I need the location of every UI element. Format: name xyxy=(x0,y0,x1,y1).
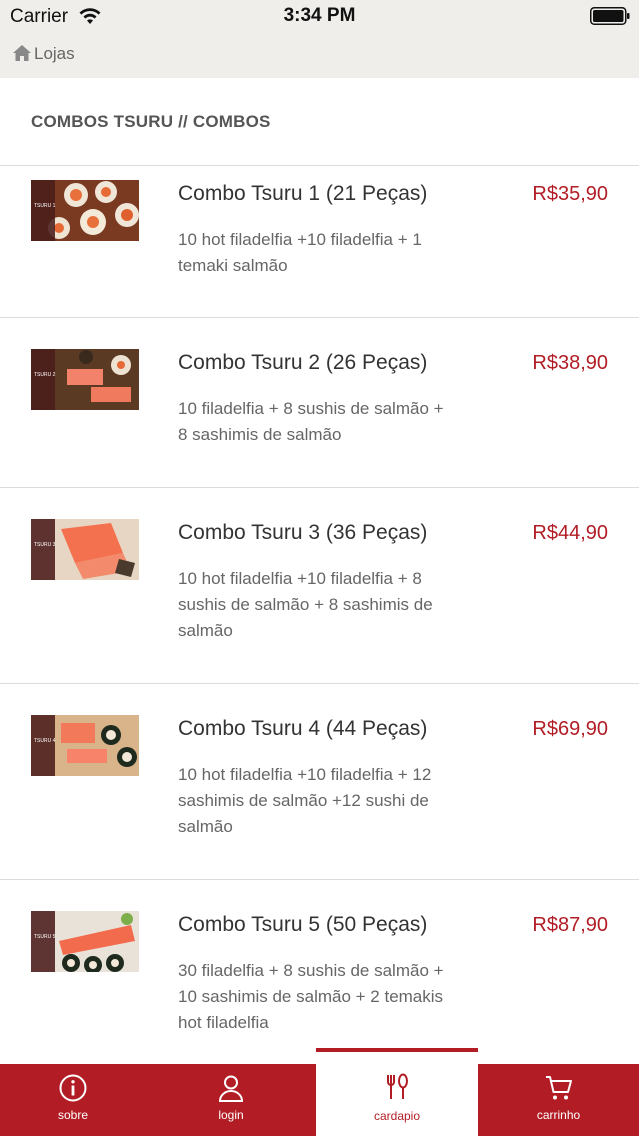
nav-bar: Lojas xyxy=(0,34,639,78)
tab-label: login xyxy=(218,1108,244,1122)
tab-carrinho[interactable]: carrinho xyxy=(478,1064,639,1136)
item-name: Combo Tsuru 5 (50 Peças) xyxy=(178,913,428,936)
svg-text:TSURU 4: TSURU 4 xyxy=(34,738,56,744)
item-price: R$38,90 xyxy=(532,352,608,374)
tab-cardapio[interactable]: cardapio xyxy=(316,1048,478,1136)
item-description: 10 filadelfia + 8 sushis de salmão +8 sa… xyxy=(178,399,444,444)
tab-bar: sobre login cardapio carrinho xyxy=(0,1048,639,1136)
svg-text:TSURU 2: TSURU 2 xyxy=(34,372,56,378)
item-price: R$69,90 xyxy=(532,718,608,740)
cutlery-icon xyxy=(387,1073,408,1099)
cart-icon xyxy=(545,1076,572,1100)
menu-item-list: TSURU 1 Combo Tsuru 1 (21 Peças) 10 hot … xyxy=(0,166,639,1070)
section-title: COMBOS TSURU // COMBOS xyxy=(31,112,271,131)
user-icon xyxy=(218,1075,244,1102)
item-description: 10 hot filadelfia +10 filadelfia + 1 tem… xyxy=(178,230,422,275)
item-price: R$35,90 xyxy=(532,183,608,205)
item-thumbnail: TSURU 3 xyxy=(31,519,139,580)
menu-item[interactable]: TSURU 1 Combo Tsuru 1 (21 Peças) 10 hot … xyxy=(0,166,639,318)
item-description: 30 filadelfia + 8 sushis de salmão + 10 … xyxy=(178,961,444,1032)
item-thumbnail: TSURU 4 xyxy=(31,715,139,776)
item-description: 10 hot filadelfia +10 filadelfia + 12 sa… xyxy=(178,765,432,836)
item-name: Combo Tsuru 3 (36 Peças) xyxy=(178,521,428,544)
item-description: 10 hot filadelfia +10 filadelfia + 8 sus… xyxy=(178,569,433,640)
tab-login[interactable]: login xyxy=(146,1064,316,1136)
home-icon[interactable] xyxy=(12,44,32,62)
tab-label: carrinho xyxy=(536,1108,581,1122)
menu-item[interactable]: TSURU 2 Combo Tsuru 2 (26 Peças) 10 fila… xyxy=(0,318,639,488)
menu-item[interactable]: TSURU 4 Combo Tsuru 4 (44 Peças) 10 hot … xyxy=(0,684,639,880)
item-name: Combo Tsuru 2 (26 Peças) xyxy=(178,351,428,374)
tab-label: sobre xyxy=(57,1108,89,1122)
svg-text:TSURU 1: TSURU 1 xyxy=(34,203,56,209)
item-name: Combo Tsuru 4 (44 Peças) xyxy=(178,717,428,740)
tab-sobre[interactable]: sobre xyxy=(0,1064,146,1136)
item-name: Combo Tsuru 1 (21 Peças) xyxy=(178,182,428,205)
item-thumbnail: TSURU 1 xyxy=(31,180,139,241)
item-thumbnail: TSURU 2 xyxy=(31,349,139,410)
clock: 3:34 PM xyxy=(283,5,356,26)
info-icon xyxy=(59,1074,87,1102)
battery-icon xyxy=(590,7,630,25)
menu-item[interactable]: TSURU 5 Combo Tsuru 5 (50 Peças) 30 fila… xyxy=(0,880,639,1070)
item-thumbnail: TSURU 5 xyxy=(31,911,139,972)
svg-text:TSURU 5: TSURU 5 xyxy=(34,934,56,940)
menu-item[interactable]: TSURU 3 Combo Tsuru 3 (36 Peças) 10 hot … xyxy=(0,488,639,684)
status-bar: Carrier 3:34 PM xyxy=(0,0,639,34)
item-price: R$44,90 xyxy=(532,522,608,544)
tab-label: cardapio xyxy=(373,1109,421,1123)
item-price: R$87,90 xyxy=(532,914,608,936)
svg-text:TSURU 3: TSURU 3 xyxy=(34,542,56,548)
back-link-lojas[interactable]: Lojas xyxy=(34,44,75,64)
